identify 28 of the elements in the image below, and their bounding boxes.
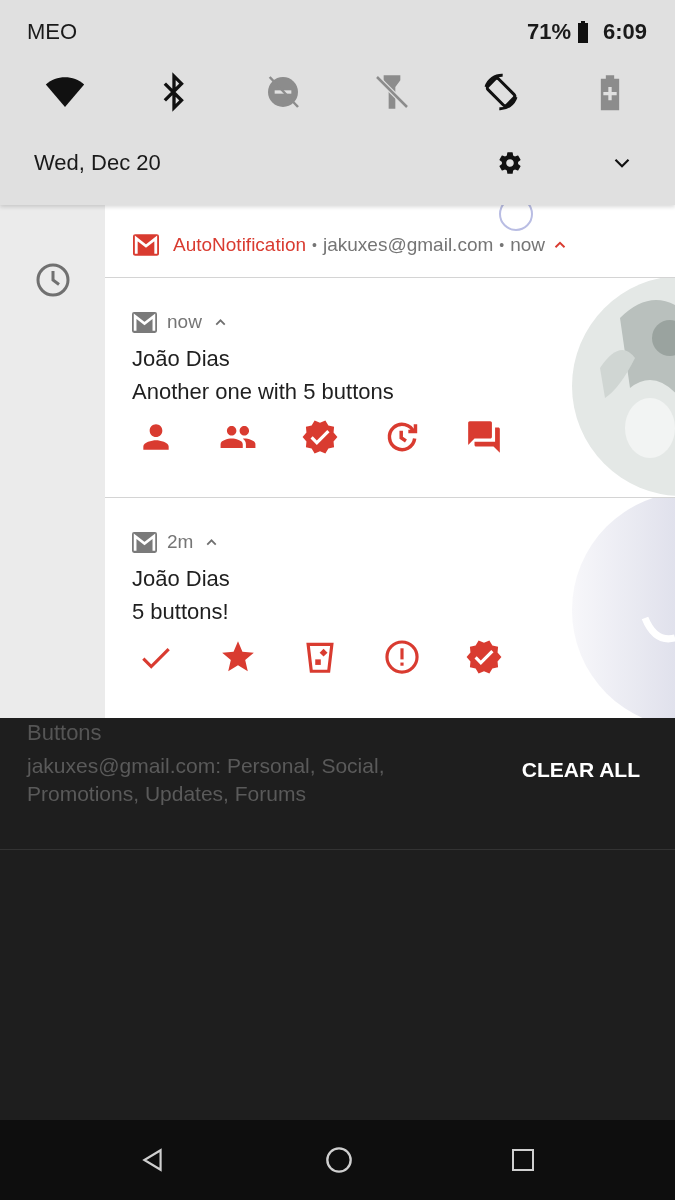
clock-icon[interactable] (34, 262, 71, 298)
battery-icon (576, 21, 589, 43)
clear-all-button[interactable]: CLEAR ALL (519, 756, 642, 784)
battery-percent: 71% (526, 19, 571, 45)
message-text: 5 buttons! (132, 598, 230, 626)
verified-badge-icon[interactable] (301, 418, 339, 456)
settings-icon[interactable] (497, 149, 523, 176)
mail-icon (133, 234, 159, 256)
date-label: Wed, Dec 20 (34, 149, 162, 176)
notification-time: 2m (167, 531, 194, 553)
clock-time: 6:09 (602, 19, 647, 45)
mail-icon (132, 311, 157, 333)
app-name: AutoNotification (173, 234, 307, 256)
recents-icon[interactable] (511, 1148, 535, 1172)
background-app-summary: jakuxes@gmail.com: Personal, Social, Promotions, Updates, Forums (27, 753, 386, 807)
verified-badge-icon[interactable] (465, 638, 503, 676)
separator-dot: • (499, 237, 505, 253)
message-text: Another one with 5 buttons (132, 378, 395, 406)
sender-name: João Dias (132, 345, 231, 373)
mail-icon (132, 531, 157, 553)
exclamation-circle-icon[interactable] (383, 638, 421, 676)
account-email: jakuxes@gmail.com (323, 234, 494, 256)
carrier-name: MEO (27, 19, 78, 45)
sender-name: João Dias (132, 565, 231, 593)
notification-time: now (167, 311, 202, 333)
separator-dot: • (312, 237, 317, 253)
notification-time: now (510, 234, 546, 256)
home-icon[interactable] (324, 1146, 353, 1174)
